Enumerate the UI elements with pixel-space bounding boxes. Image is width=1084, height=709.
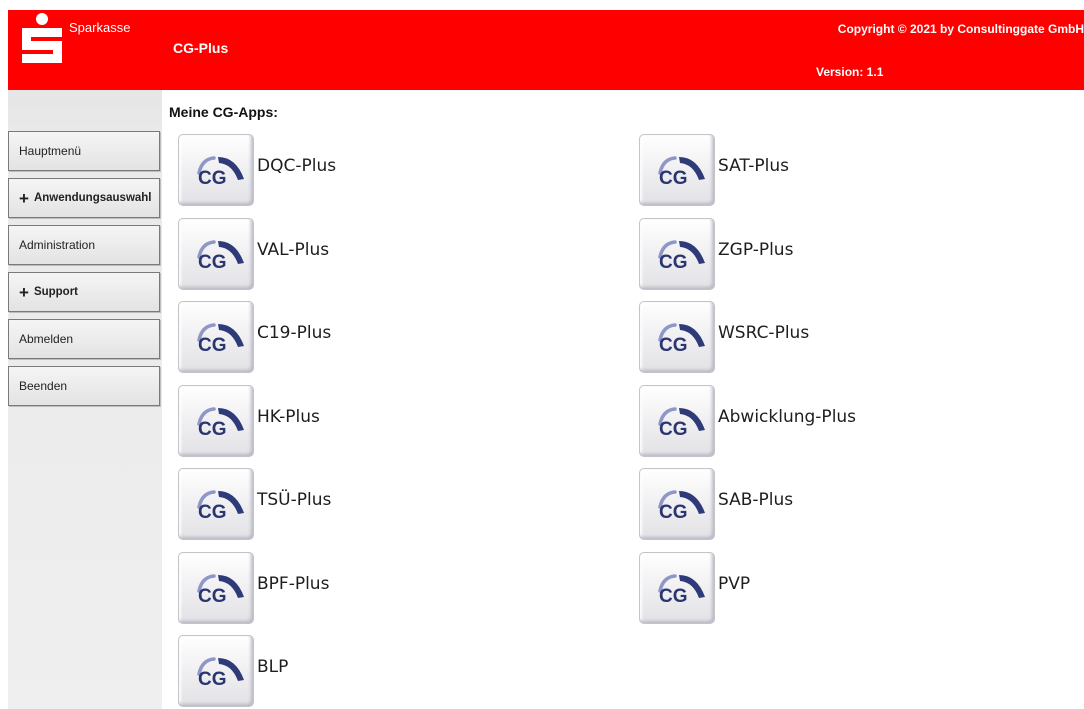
sidebar-item-label: Administration [19, 238, 96, 252]
cg-app-icon[interactable]: CG [178, 385, 254, 457]
svg-text:CG: CG [198, 586, 227, 605]
app-tile[interactable]: CG VAL-Plus [178, 218, 329, 290]
sidebar-item-label: Anwendungsauswahl [33, 192, 152, 204]
app-tile[interactable]: CG PVP [639, 552, 750, 624]
svg-text:CG: CG [659, 335, 688, 354]
svg-text:CG: CG [198, 168, 227, 187]
app-label: Abwicklung-Plus [718, 407, 857, 427]
app-tile[interactable]: CG BPF-Plus [178, 552, 329, 624]
svg-text:CG: CG [659, 586, 688, 605]
app-tile[interactable]: CG TSÜ-Plus [178, 468, 331, 540]
sidebar-item-beenden[interactable]: Beenden [8, 366, 160, 406]
sidebar-item-label: Support [33, 286, 79, 298]
svg-text:CG: CG [659, 252, 688, 271]
svg-text:CG: CG [198, 335, 227, 354]
app-label: C19-Plus [257, 323, 332, 343]
app-label: DQC-Plus [257, 156, 337, 176]
sidebar-item-abmelden[interactable]: Abmelden [8, 319, 160, 359]
app-label: SAB-Plus [718, 490, 794, 510]
app-label: WSRC-Plus [718, 323, 810, 343]
page-title: Meine CG-Apps: [169, 104, 278, 120]
sidebar-item-administration[interactable]: Administration [8, 225, 160, 265]
app-tile[interactable]: CG BLP [178, 635, 288, 707]
app-label: ZGP-Plus [718, 240, 794, 260]
app-tile[interactable]: CG HK-Plus [178, 385, 320, 457]
app-tile[interactable]: CG ZGP-Plus [639, 218, 793, 290]
svg-text:CG: CG [659, 502, 688, 521]
svg-text:CG: CG [198, 252, 227, 271]
cg-app-icon[interactable]: CG [639, 301, 715, 373]
sidebar-item-support[interactable]: + Support [8, 272, 160, 312]
app-tile[interactable]: CG DQC-Plus [178, 134, 336, 206]
plus-icon: + [19, 282, 29, 302]
app-tile[interactable]: CG Abwicklung-Plus [639, 385, 856, 457]
cg-app-icon[interactable]: CG [639, 468, 715, 540]
cg-app-icon[interactable]: CG [639, 552, 715, 624]
sidebar: Hauptmenü + Anwendungsauswahl Administra… [8, 90, 162, 709]
cg-app-icon[interactable]: CG [178, 468, 254, 540]
cg-app-icon[interactable]: CG [178, 218, 254, 290]
svg-text:CG: CG [198, 502, 227, 521]
app-tile[interactable]: CG SAT-Plus [639, 134, 789, 206]
cg-app-icon[interactable]: CG [639, 218, 715, 290]
cg-app-icon[interactable]: CG [639, 385, 715, 457]
sidebar-item-label: Beenden [19, 379, 68, 393]
app-label: PVP [718, 574, 751, 594]
app-title: CG-Plus [173, 40, 229, 56]
sidebar-item-label: Abmelden [19, 332, 74, 346]
sidebar-item-anwendungsauswahl[interactable]: + Anwendungsauswahl [8, 178, 160, 218]
app-tile[interactable]: CG SAB-Plus [639, 468, 793, 540]
svg-text:CG: CG [659, 168, 688, 187]
app-label: BPF-Plus [257, 574, 330, 594]
sidebar-item-hauptmenu[interactable]: Hauptmenü [8, 131, 160, 171]
app-label: BLP [257, 657, 289, 677]
app-label: SAT-Plus [718, 156, 789, 176]
svg-text:CG: CG [198, 669, 227, 688]
version-text: Version: 1.1 [816, 65, 884, 79]
app-label: TSÜ-Plus [257, 490, 332, 510]
sidebar-item-label: Hauptmenü [19, 144, 82, 158]
brand-name: Sparkasse [69, 20, 131, 35]
plus-icon: + [19, 188, 29, 208]
app-label: VAL-Plus [257, 240, 330, 260]
app-tile[interactable]: CG C19-Plus [178, 301, 331, 373]
cg-app-icon[interactable]: CG [178, 552, 254, 624]
sparkasse-logo-icon [22, 13, 62, 63]
app-label: HK-Plus [257, 407, 320, 427]
svg-text:CG: CG [659, 419, 688, 438]
cg-app-icon[interactable]: CG [178, 635, 254, 707]
app-tile[interactable]: CG WSRC-Plus [639, 301, 809, 373]
cg-app-icon[interactable]: CG [178, 301, 254, 373]
cg-app-icon[interactable]: CG [639, 134, 715, 206]
svg-text:CG: CG [198, 419, 227, 438]
app-header: Sparkasse CG-Plus Copyright © 2021 by Co… [8, 10, 1084, 90]
cg-app-icon[interactable]: CG [178, 134, 254, 206]
copyright-text: Copyright © 2021 by Consultinggate GmbH [837, 22, 1084, 36]
